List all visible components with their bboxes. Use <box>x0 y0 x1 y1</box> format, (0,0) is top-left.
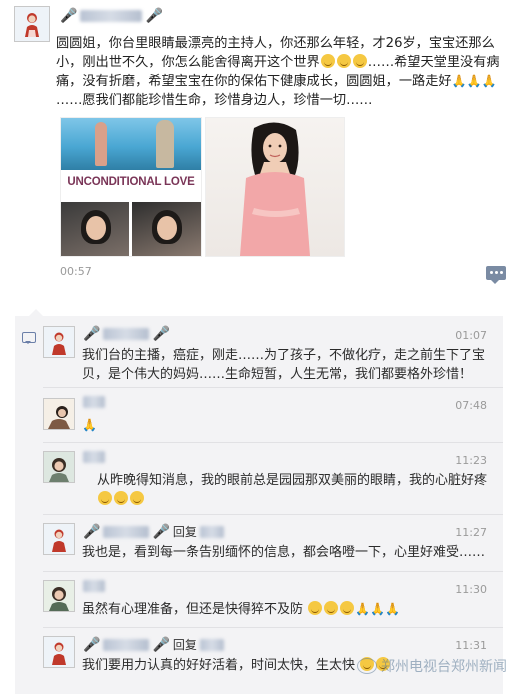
watermark-text: 郑州电视台郑州新闻 <box>381 659 507 675</box>
commenter-avatar[interactable] <box>43 523 75 555</box>
crying-emoji-icon <box>340 601 355 615</box>
comment-text: 我也是，看到每一条告别缅怀的信息，都会咯噔一下，心里好难受…… <box>82 545 486 560</box>
commenter-avatar[interactable] <box>43 636 75 668</box>
reply-label: 回复 <box>172 638 197 652</box>
blurred-name <box>83 396 105 408</box>
comment-time: 07:48 <box>455 399 487 412</box>
commenter-name[interactable] <box>83 396 105 408</box>
wechat-logo-icon <box>357 658 377 674</box>
commenter-name[interactable] <box>83 451 105 463</box>
blurred-name <box>199 525 224 538</box>
crying-emoji-icon <box>324 601 339 615</box>
comment-time: 11:30 <box>455 583 487 596</box>
mic-icon: 🎤 <box>152 523 170 540</box>
crying-emoji-icon <box>130 491 144 505</box>
mic-icon: 🎤 <box>60 8 78 24</box>
post-photo-portrait[interactable] <box>205 117 345 257</box>
commenter-name[interactable]: 🎤 🎤 回复 <box>83 636 224 653</box>
commenter-name[interactable]: 🎤 🎤 <box>83 326 170 342</box>
blurred-name <box>199 638 224 651</box>
crying-emoji-icon <box>114 491 128 505</box>
blurred-name <box>83 451 105 463</box>
commenter-avatar[interactable] <box>43 451 75 483</box>
commenter-name[interactable] <box>83 580 105 592</box>
comment-item: 🎤 🎤 01:07 我们台的主播，癌症，刚走……为了孩子，不做化疗，走之前生下了… <box>15 318 503 388</box>
pool-photo <box>61 118 201 170</box>
comment-item: 07:48 🙏 <box>15 388 503 443</box>
mic-icon: 🎤 <box>152 326 170 342</box>
moment-post: 🎤 🎤 圆圆姐，你台里眼睛最漂亮的主持人，你还那么年轻，才26岁，宝宝还那么小，… <box>0 0 517 300</box>
comment-text-value: 从昨晚得知消息，我的眼前总是园园那双美丽的眼睛，我的心脏好疼 <box>97 473 488 488</box>
comment-time: 11:23 <box>455 454 487 467</box>
comment-item: 🎤 🎤 回复 11:27 我也是，看到每一条告别缅怀的信息，都会咯噔一下，心里好… <box>15 515 503 572</box>
commenter-name[interactable]: 🎤 🎤 回复 <box>83 523 224 540</box>
commenter-avatar[interactable] <box>43 580 75 612</box>
comment-time: 11:27 <box>455 526 487 539</box>
comment-item: 11:30 虽然有心理准备，但还是快得猝不及防 🙏🙏🙏 <box>15 572 503 628</box>
pray-emoji-icon: 🙏🙏🙏 <box>355 602 400 616</box>
watermark: 郑州电视台郑州新闻 <box>357 656 507 676</box>
mic-icon: 🎤 <box>145 8 163 24</box>
post-text-end: ……愿我们都能珍惜生命，珍惜身边人，珍惜一切…… <box>56 93 373 108</box>
blurred-name <box>103 638 150 651</box>
smile-emoji-icon <box>336 54 351 68</box>
pray-emoji-icon: 🙏 <box>82 418 97 432</box>
blurred-name <box>83 580 105 592</box>
comment-text: 我们台的主播，癌症，刚走……为了孩子，不做化疗，走之前生下了宝贝，是个伟大的妈妈… <box>82 348 486 382</box>
smile-emoji-icon <box>320 54 335 68</box>
mic-icon: 🎤 <box>83 636 101 653</box>
mic-icon: 🎤 <box>83 523 101 540</box>
comment-icon[interactable] <box>486 266 506 284</box>
photo-caption: UNCONDITIONAL LOVE <box>67 176 195 188</box>
blurred-name <box>80 10 143 22</box>
pray-emoji-icon: 🙏🙏🙏 <box>451 74 497 88</box>
post-text: 圆圆姐，你台里眼睛最漂亮的主持人，你还那么年轻，才26岁，宝宝还那么小，刚出世不… <box>56 34 501 110</box>
post-time: 00:57 <box>60 265 92 278</box>
comment-time: 01:07 <box>455 329 487 342</box>
poster-avatar[interactable] <box>14 6 50 42</box>
mic-icon: 🎤 <box>83 326 101 342</box>
commenter-avatar[interactable] <box>43 398 75 430</box>
poster-name[interactable]: 🎤 🎤 <box>60 8 163 24</box>
crying-emoji-icon <box>308 601 323 615</box>
comment-text: 虽然有心理准备，但还是快得猝不及防 🙏🙏🙏 <box>82 600 487 619</box>
portrait-photo <box>132 202 201 256</box>
comment-text-value: 我们要用力认真的好好活着，时间太快，生太快 <box>82 658 356 673</box>
comment-text-value: 虽然有心理准备，但还是快得猝不及防 <box>82 602 304 617</box>
crying-emoji-icon <box>98 491 112 505</box>
blurred-name <box>103 525 150 538</box>
mic-icon: 🎤 <box>152 636 170 653</box>
comment-text: 🙏 <box>82 416 487 435</box>
blurred-name <box>103 328 150 340</box>
smile-emoji-icon <box>352 54 367 68</box>
portrait-photo <box>61 202 129 256</box>
post-photo-collage[interactable]: UNCONDITIONAL LOVE <box>60 117 202 257</box>
comment-text: 从昨晚得知消息，我的眼前总是园园那双美丽的眼睛，我的心脏好疼 <box>97 471 502 509</box>
comment-item: 11:23 从昨晚得知消息，我的眼前总是园园那双美丽的眼睛，我的心脏好疼 <box>15 443 503 515</box>
comment-time: 11:31 <box>455 639 487 652</box>
commenter-avatar[interactable] <box>43 326 75 358</box>
reply-label: 回复 <box>172 525 197 539</box>
